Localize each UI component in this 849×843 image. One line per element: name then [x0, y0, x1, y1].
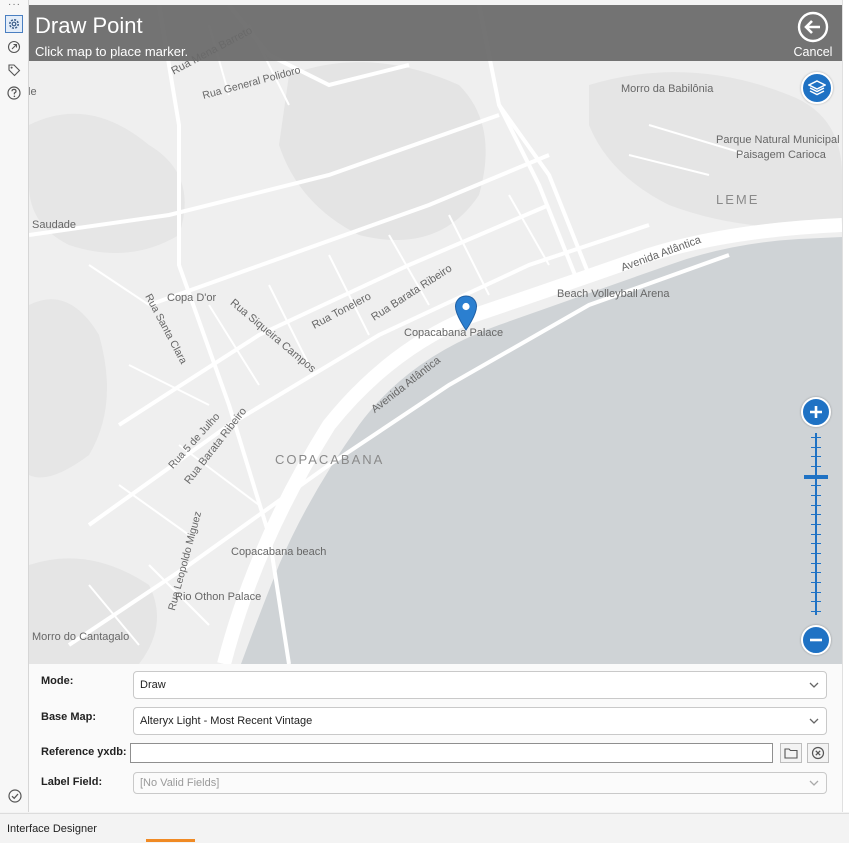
export-icon[interactable]: [6, 39, 22, 55]
status-text: Interface Designer: [7, 823, 97, 835]
layers-button[interactable]: [801, 72, 833, 104]
map-label: Copa D'or: [167, 292, 217, 304]
zoom-tick: [811, 553, 821, 554]
map-label: COPACABANA: [275, 452, 385, 467]
back-arrow-circle-icon: [797, 11, 829, 43]
zoom-tick: [811, 533, 821, 535]
map-label: Parque Natural Municipal: [716, 134, 840, 146]
help-icon[interactable]: [6, 85, 22, 101]
folder-icon: [784, 748, 798, 759]
zoom-in-button[interactable]: [801, 397, 831, 427]
status-bar: Interface Designer: [0, 813, 849, 843]
clear-button[interactable]: [807, 743, 829, 763]
zoom-out-icon: [810, 638, 822, 642]
zoom-tick: [811, 543, 821, 545]
zoom-tick: [811, 524, 821, 525]
map-canvas[interactable]: Rua Mena Barreto Rua General Polidoro Mo…: [29, 5, 842, 664]
zoom-control: [801, 397, 831, 657]
map-label: Morro da Babilônia: [621, 83, 714, 95]
zoom-in-icon: [810, 406, 822, 418]
zoom-tick: [811, 591, 821, 593]
map-label: Copacabana beach: [231, 546, 327, 558]
zoom-tick: [811, 562, 821, 564]
map-label: le: [29, 86, 37, 98]
mode-dropdown[interactable]: Draw: [133, 671, 827, 699]
label-field-label: Label Field:: [41, 776, 103, 788]
map-label: Beach Volleyball Arena: [557, 288, 670, 300]
map-label: Paisagem Carioca: [736, 149, 826, 161]
zoom-tick: [811, 601, 821, 603]
basemap-value: Alteryx Light - Most Recent Vintage: [140, 715, 313, 727]
zoom-tick: [811, 504, 821, 506]
map-label: Rio Othon Palace: [175, 591, 262, 603]
zoom-tick: [811, 485, 821, 487]
draw-point-header: Draw Point Click map to place marker. Ca…: [29, 5, 842, 61]
cancel-button[interactable]: Cancel: [790, 9, 836, 59]
map-label: Saudade: [32, 219, 77, 231]
map-label: Morro do Cantagalo: [32, 631, 130, 643]
clear-circle-icon: [811, 746, 825, 760]
settings-panel: Mode: Draw Base Map: Alteryx Light - Mos…: [29, 664, 842, 812]
chevron-down-icon: [809, 780, 819, 786]
drag-handle-icon[interactable]: ···: [8, 0, 21, 10]
gear-icon[interactable]: [5, 15, 23, 33]
zoom-tick: [811, 466, 821, 467]
mode-value: Draw: [140, 679, 166, 691]
left-toolbar: ···: [0, 0, 29, 812]
cancel-label: Cancel: [793, 45, 833, 59]
chevron-down-icon: [809, 682, 819, 688]
zoom-tick: [811, 437, 821, 438]
browse-button[interactable]: [780, 743, 802, 763]
window-edge: [842, 0, 849, 812]
page-title: Draw Point: [35, 13, 143, 38]
label-field-dropdown[interactable]: [No Valid Fields]: [133, 772, 827, 794]
reference-yxdb-input[interactable]: [130, 743, 773, 763]
check-circle-icon[interactable]: [8, 789, 22, 806]
zoom-tick: [811, 495, 821, 496]
instruction-text: Click map to place marker.: [35, 44, 189, 59]
zoom-tick: [811, 446, 821, 448]
mode-label: Mode:: [41, 675, 74, 687]
zoom-tick: [811, 514, 821, 516]
zoom-tick: [811, 456, 821, 458]
chevron-down-icon: [809, 718, 819, 724]
zoom-slider-handle[interactable]: [804, 475, 828, 480]
zoom-tick: [811, 582, 821, 583]
tag-icon[interactable]: [6, 62, 22, 78]
map-label: LEME: [716, 192, 760, 207]
label-field-value: [No Valid Fields]: [140, 777, 220, 789]
zoom-out-button[interactable]: [801, 625, 831, 655]
zoom-tick: [811, 611, 821, 612]
basemap-label: Base Map:: [41, 711, 97, 723]
reference-yxdb-label: Reference yxdb:: [41, 746, 127, 758]
zoom-tick: [811, 572, 821, 574]
map-marker-icon[interactable]: [454, 295, 478, 331]
basemap-dropdown[interactable]: Alteryx Light - Most Recent Vintage: [133, 707, 827, 735]
layers-icon: [808, 80, 826, 96]
